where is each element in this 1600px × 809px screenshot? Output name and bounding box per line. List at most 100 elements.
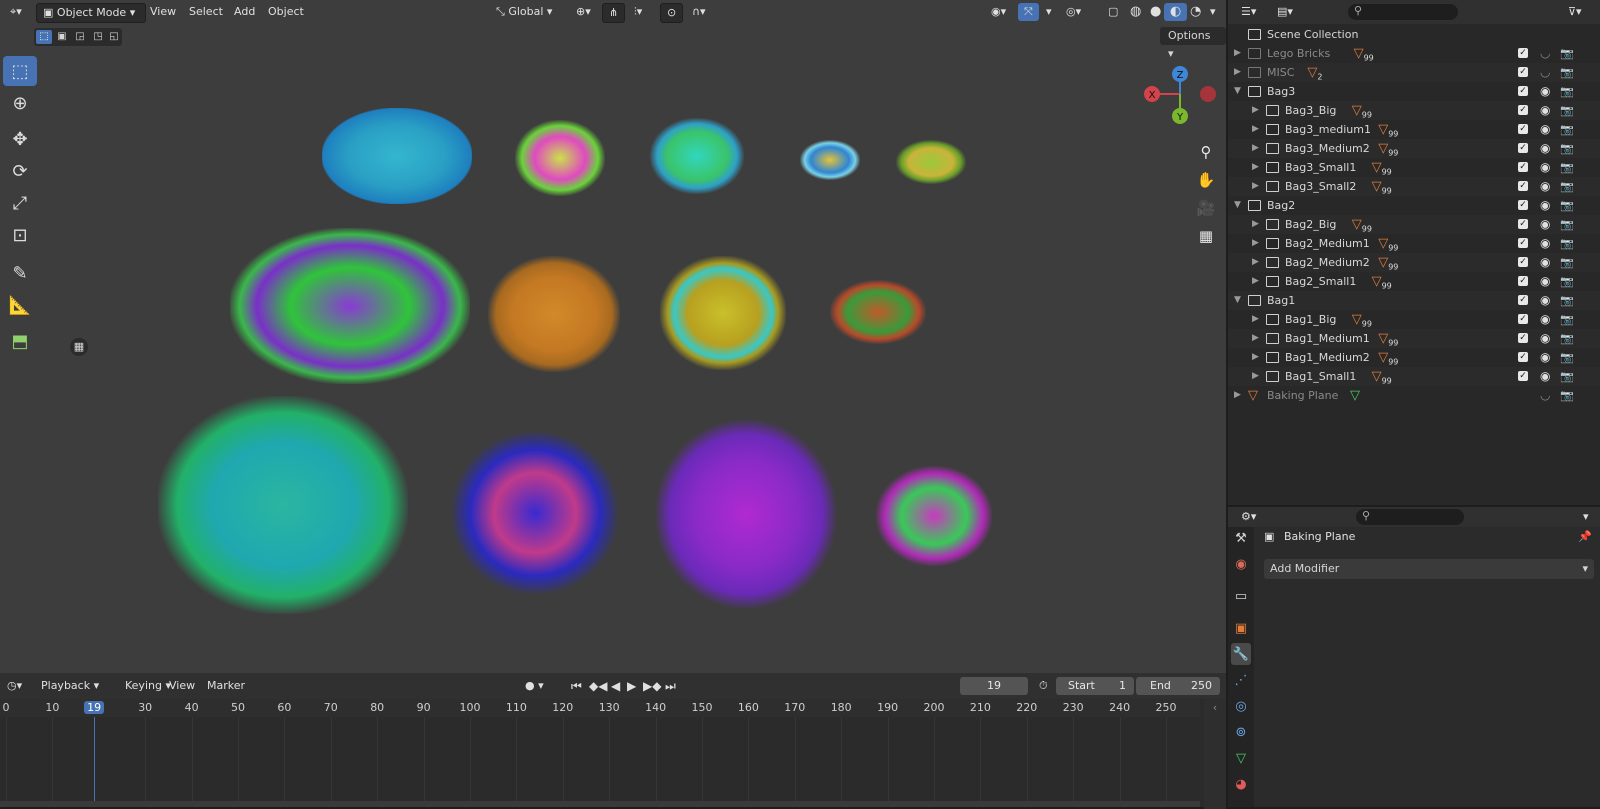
pile-bag1-small1[interactable]	[876, 466, 992, 566]
playhead-line[interactable]	[94, 717, 96, 801]
camera-view-icon[interactable]: 🎥	[1194, 196, 1218, 220]
timeline-editor-type-button[interactable]: ◷▾	[2, 677, 27, 695]
overlay-toggle[interactable]: ◎▾	[1060, 3, 1087, 21]
select-box-tool[interactable]: ⬚	[3, 56, 37, 86]
outliner-row[interactable]: ▶ Bag1_Big ▽99 ✓ ◉ 📷	[1228, 310, 1600, 329]
exclude-checkbox[interactable]: ✓	[1518, 238, 1528, 248]
outliner-row[interactable]: ▶ Bag2_Small1 ▽99 ✓ ◉ 📷	[1228, 272, 1600, 291]
camera-render-icon[interactable]: 📷	[1560, 329, 1574, 348]
camera-render-icon[interactable]: 📷	[1560, 234, 1574, 253]
exclude-checkbox[interactable]: ✓	[1518, 314, 1528, 324]
expand-right-icon[interactable]: ▶	[1234, 63, 1241, 82]
outliner-row[interactable]: ▶ Bag1_Medium1 ▽99 ✓ ◉ 📷	[1228, 329, 1600, 348]
expand-right-icon[interactable]: ▶	[1252, 253, 1259, 272]
gizmo-toggle[interactable]: ⤧	[1018, 3, 1039, 21]
outliner-row[interactable]: ▶ Bag2_Medium2 ▽99 ✓ ◉ 📷	[1228, 253, 1600, 272]
exclude-checkbox[interactable]: ✓	[1518, 295, 1528, 305]
pile-bag1-big[interactable]	[158, 396, 408, 614]
pile-bag2-medium1[interactable]	[488, 256, 620, 372]
outliner-row[interactable]: ▶ Bag3_Big ▽99 ✓ ◉ 📷	[1228, 101, 1600, 120]
display-mode-button[interactable]: ▤▾	[1272, 3, 1298, 21]
camera-render-icon[interactable]: 📷	[1560, 196, 1574, 215]
outliner-search-input[interactable]: ⚲	[1348, 4, 1458, 20]
eye-icon[interactable]: ◉	[1540, 310, 1550, 329]
eye-icon[interactable]: ◉	[1540, 367, 1550, 386]
outliner-row[interactable]: ▶ Bag2_Medium1 ▽99 ✓ ◉ 📷	[1228, 234, 1600, 253]
start-frame-field[interactable]: Start 1	[1056, 677, 1134, 695]
menu-timeline-view[interactable]: View	[164, 677, 200, 695]
particles-tab-icon[interactable]: ⋰	[1231, 669, 1251, 691]
mode-dropdown[interactable]: ▣ Object Mode ▾	[36, 3, 146, 23]
pin-icon[interactable]: 📌	[1578, 527, 1592, 547]
camera-render-icon[interactable]: 📷	[1560, 272, 1574, 291]
snap-toggle[interactable]: ⋔	[602, 3, 626, 23]
select-extend-icon[interactable]: ▣	[54, 30, 70, 44]
pile-bag3-small1[interactable]	[800, 140, 860, 180]
exclude-checkbox[interactable]: ✓	[1518, 200, 1528, 210]
eye-icon[interactable]: ◉	[1540, 253, 1550, 272]
material-tab-icon[interactable]: ◕	[1231, 773, 1251, 795]
filter-icon[interactable]: ⊽▾	[1563, 3, 1587, 21]
data-tab-icon[interactable]: ▽	[1231, 747, 1251, 769]
add-modifier-button[interactable]: Add Modifier ▾	[1264, 559, 1594, 579]
render-tab-icon[interactable]: ◉	[1231, 553, 1251, 575]
eye-closed-icon[interactable]: ◡	[1540, 63, 1550, 82]
camera-render-icon[interactable]: 📷	[1560, 177, 1574, 196]
transform-tool[interactable]: ⊡	[3, 220, 37, 250]
eye-icon[interactable]: ◉	[1540, 158, 1550, 177]
pile-bag3-small2[interactable]	[896, 140, 966, 184]
exclude-checkbox[interactable]: ✓	[1518, 276, 1528, 286]
pile-bag2-big[interactable]	[230, 228, 470, 384]
exclude-checkbox[interactable]: ✓	[1518, 105, 1528, 115]
expand-right-icon[interactable]: ▶	[1252, 158, 1259, 177]
camera-render-icon[interactable]: 📷	[1560, 291, 1574, 310]
eye-icon[interactable]: ◉	[1540, 139, 1550, 158]
exclude-checkbox[interactable]: ✓	[1518, 219, 1528, 229]
exclude-checkbox[interactable]: ✓	[1518, 333, 1528, 343]
camera-render-icon[interactable]: 📷	[1560, 310, 1574, 329]
outliner-row[interactable]: ▶ Bag3_Medium2 ▽99 ✓ ◉ 📷	[1228, 139, 1600, 158]
shading-dropdown[interactable]: ▾	[1204, 3, 1222, 21]
properties-editor-type-button[interactable]: ⚙▾	[1236, 508, 1261, 526]
eye-icon[interactable]: ◉	[1540, 196, 1550, 215]
visibility-button[interactable]: ◉▾	[985, 3, 1012, 21]
camera-render-icon[interactable]: 📷	[1560, 158, 1574, 177]
current-frame-field[interactable]: 19	[960, 677, 1028, 695]
eye-icon[interactable]: ◉	[1540, 291, 1550, 310]
frame-ruler[interactable]: 0 10 19 30 40 50 60 70 80 90 100 110 120 130 140 150 160…	[0, 699, 1200, 717]
camera-render-icon[interactable]: 📷	[1560, 82, 1574, 101]
scale-tool[interactable]: ⤢	[3, 188, 37, 218]
preview-range-icon[interactable]: ⏱	[1034, 677, 1053, 695]
tool-tab-icon[interactable]: ⚒	[1231, 527, 1251, 549]
menu-playback[interactable]: Playback ▾	[36, 677, 104, 695]
exclude-checkbox[interactable]: ✓	[1518, 371, 1528, 381]
pan-hand-icon[interactable]: ✋	[1194, 168, 1218, 192]
falloff-button[interactable]: ∩▾	[686, 3, 712, 21]
gizmo-dropdown[interactable]: ▾	[1040, 3, 1058, 21]
eye-icon[interactable]: ◉	[1540, 348, 1550, 367]
timeline-collapse-icon[interactable]: ‹	[1204, 699, 1226, 809]
camera-render-icon[interactable]: 📷	[1560, 139, 1574, 158]
move-tool[interactable]: ✥	[3, 124, 37, 154]
pile-bag3-medium1[interactable]	[515, 120, 605, 196]
expand-right-icon[interactable]: ▶	[1234, 44, 1241, 63]
camera-render-icon[interactable]: 📷	[1560, 215, 1574, 234]
physics-tab-icon[interactable]: ◎	[1231, 695, 1251, 717]
measure-tool[interactable]: 📐	[3, 290, 37, 320]
menu-object[interactable]: Object	[263, 3, 309, 21]
expand-right-icon[interactable]: ▶	[1252, 310, 1259, 329]
eye-icon[interactable]: ◉	[1540, 101, 1550, 120]
expand-right-icon[interactable]: ▶	[1252, 348, 1259, 367]
eye-closed-icon[interactable]: ◡	[1540, 44, 1550, 63]
exclude-checkbox[interactable]: ✓	[1518, 143, 1528, 153]
outliner-row[interactable]: ▶ Bag1_Medium2 ▽99 ✓ ◉ 📷	[1228, 348, 1600, 367]
expand-down-icon[interactable]: ▼	[1234, 196, 1241, 215]
menu-select[interactable]: Select	[184, 3, 228, 21]
camera-render-icon[interactable]: 📷	[1560, 120, 1574, 139]
properties-options-icon[interactable]: ▾	[1578, 508, 1594, 526]
collection-tab-icon[interactable]: ▭	[1231, 585, 1251, 607]
pile-bag3-big[interactable]	[322, 108, 472, 204]
expand-right-icon[interactable]: ▶	[1252, 215, 1259, 234]
exclude-checkbox[interactable]: ✓	[1518, 124, 1528, 134]
outliner-editor-type-button[interactable]: ☰▾	[1236, 3, 1261, 21]
